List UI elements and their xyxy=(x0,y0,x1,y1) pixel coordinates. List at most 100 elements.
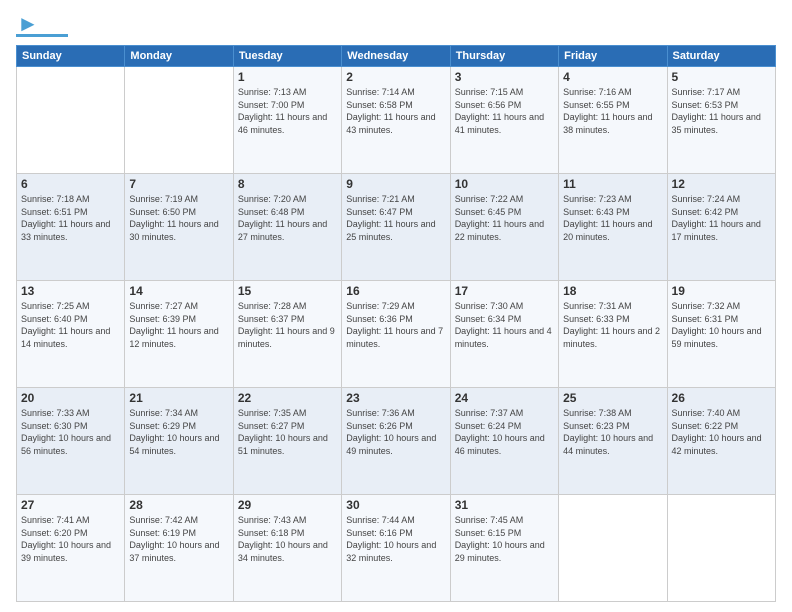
day-cell: 31Sunrise: 7:45 AM Sunset: 6:15 PM Dayli… xyxy=(450,495,558,602)
day-info: Sunrise: 7:15 AM Sunset: 6:56 PM Dayligh… xyxy=(455,86,554,136)
day-info: Sunrise: 7:35 AM Sunset: 6:27 PM Dayligh… xyxy=(238,407,337,457)
day-info: Sunrise: 7:30 AM Sunset: 6:34 PM Dayligh… xyxy=(455,300,554,350)
day-number: 18 xyxy=(563,284,662,298)
day-number: 13 xyxy=(21,284,120,298)
day-info: Sunrise: 7:29 AM Sunset: 6:36 PM Dayligh… xyxy=(346,300,445,350)
weekday-header-thursday: Thursday xyxy=(450,46,558,67)
day-info: Sunrise: 7:27 AM Sunset: 6:39 PM Dayligh… xyxy=(129,300,228,350)
day-cell: 12Sunrise: 7:24 AM Sunset: 6:42 PM Dayli… xyxy=(667,174,775,281)
day-number: 5 xyxy=(672,70,771,84)
day-cell: 3 Sunrise: 7:15 AM Sunset: 6:56 PM Daylig… xyxy=(450,67,558,174)
day-cell: 2 Sunrise: 7:14 AM Sunset: 6:58 PM Daylig… xyxy=(342,67,450,174)
day-cell: 10 Sunrise: 7:22 AM Sunset: 6:45 PM Dayli… xyxy=(450,174,558,281)
day-number: 7 xyxy=(129,177,228,191)
day-info: Sunrise: 7:21 AM Sunset: 6:47 PM Dayligh… xyxy=(346,193,445,243)
weekday-header-saturday: Saturday xyxy=(667,46,775,67)
day-number: 24 xyxy=(455,391,554,405)
day-number: 3 xyxy=(455,70,554,84)
day-cell xyxy=(559,495,667,602)
day-cell: 4Sunrise: 7:16 AM Sunset: 6:55 PM Daylig… xyxy=(559,67,667,174)
day-number: 21 xyxy=(129,391,228,405)
day-number: 31 xyxy=(455,498,554,512)
weekday-header-tuesday: Tuesday xyxy=(233,46,341,67)
logo-arrow-icon: ► xyxy=(17,11,39,36)
day-cell: 18 Sunrise: 7:31 AM Sunset: 6:33 PM Dayli… xyxy=(559,281,667,388)
day-number: 25 xyxy=(563,391,662,405)
day-info: Sunrise: 7:44 AM Sunset: 6:16 PM Dayligh… xyxy=(346,514,445,564)
day-cell: 23 Sunrise: 7:36 AM Sunset: 6:26 PM Dayli… xyxy=(342,388,450,495)
day-info: Sunrise: 7:31 AM Sunset: 6:33 PM Dayligh… xyxy=(563,300,662,350)
day-cell xyxy=(17,67,125,174)
day-number: 26 xyxy=(672,391,771,405)
day-info: Sunrise: 7:25 AM Sunset: 6:40 PM Dayligh… xyxy=(21,300,120,350)
day-info: Sunrise: 7:36 AM Sunset: 6:26 PM Dayligh… xyxy=(346,407,445,457)
day-number: 12 xyxy=(672,177,771,191)
day-number: 19 xyxy=(672,284,771,298)
day-cell: 17 Sunrise: 7:30 AM Sunset: 6:34 PM Dayli… xyxy=(450,281,558,388)
week-row-2: 6 Sunrise: 7:18 AM Sunset: 6:51 PM Daylig… xyxy=(17,174,776,281)
day-cell: 8 Sunrise: 7:20 AM Sunset: 6:48 PM Daylig… xyxy=(233,174,341,281)
day-number: 23 xyxy=(346,391,445,405)
weekday-header-wednesday: Wednesday xyxy=(342,46,450,67)
day-cell: 21 Sunrise: 7:34 AM Sunset: 6:29 PM Dayli… xyxy=(125,388,233,495)
day-info: Sunrise: 7:40 AM Sunset: 6:22 PM Dayligh… xyxy=(672,407,771,457)
day-number: 30 xyxy=(346,498,445,512)
day-info: Sunrise: 7:14 AM Sunset: 6:58 PM Dayligh… xyxy=(346,86,445,136)
day-info: Sunrise: 7:18 AM Sunset: 6:51 PM Dayligh… xyxy=(21,193,120,243)
weekday-header-friday: Friday xyxy=(559,46,667,67)
day-info: Sunrise: 7:37 AM Sunset: 6:24 PM Dayligh… xyxy=(455,407,554,457)
day-cell: 20 Sunrise: 7:33 AM Sunset: 6:30 PM Dayli… xyxy=(17,388,125,495)
day-number: 17 xyxy=(455,284,554,298)
calendar-table: SundayMondayTuesdayWednesdayThursdayFrid… xyxy=(16,45,776,602)
day-number: 16 xyxy=(346,284,445,298)
day-number: 1 xyxy=(238,70,337,84)
day-info: Sunrise: 7:23 AM Sunset: 6:43 PM Dayligh… xyxy=(563,193,662,243)
day-info: Sunrise: 7:20 AM Sunset: 6:48 PM Dayligh… xyxy=(238,193,337,243)
day-info: Sunrise: 7:22 AM Sunset: 6:45 PM Dayligh… xyxy=(455,193,554,243)
day-number: 14 xyxy=(129,284,228,298)
logo-text: ► xyxy=(16,12,39,36)
day-cell: 11 Sunrise: 7:23 AM Sunset: 6:43 PM Dayli… xyxy=(559,174,667,281)
week-row-5: 27Sunrise: 7:41 AM Sunset: 6:20 PM Dayli… xyxy=(17,495,776,602)
day-number: 20 xyxy=(21,391,120,405)
week-row-3: 13 Sunrise: 7:25 AM Sunset: 6:40 PM Dayli… xyxy=(17,281,776,388)
logo-underline xyxy=(16,34,68,37)
day-cell: 28Sunrise: 7:42 AM Sunset: 6:19 PM Dayli… xyxy=(125,495,233,602)
day-info: Sunrise: 7:28 AM Sunset: 6:37 PM Dayligh… xyxy=(238,300,337,350)
day-cell: 7 Sunrise: 7:19 AM Sunset: 6:50 PM Daylig… xyxy=(125,174,233,281)
day-number: 15 xyxy=(238,284,337,298)
day-cell: 26 Sunrise: 7:40 AM Sunset: 6:22 PM Dayli… xyxy=(667,388,775,495)
weekday-header-monday: Monday xyxy=(125,46,233,67)
day-cell: 6 Sunrise: 7:18 AM Sunset: 6:51 PM Daylig… xyxy=(17,174,125,281)
day-number: 28 xyxy=(129,498,228,512)
weekday-header-sunday: Sunday xyxy=(17,46,125,67)
day-cell: 5Sunrise: 7:17 AM Sunset: 6:53 PM Daylig… xyxy=(667,67,775,174)
day-number: 11 xyxy=(563,177,662,191)
day-info: Sunrise: 7:32 AM Sunset: 6:31 PM Dayligh… xyxy=(672,300,771,350)
day-number: 29 xyxy=(238,498,337,512)
day-number: 8 xyxy=(238,177,337,191)
day-number: 4 xyxy=(563,70,662,84)
day-info: Sunrise: 7:19 AM Sunset: 6:50 PM Dayligh… xyxy=(129,193,228,243)
day-info: Sunrise: 7:43 AM Sunset: 6:18 PM Dayligh… xyxy=(238,514,337,564)
day-cell: 24 Sunrise: 7:37 AM Sunset: 6:24 PM Dayli… xyxy=(450,388,558,495)
day-number: 10 xyxy=(455,177,554,191)
day-cell xyxy=(667,495,775,602)
day-cell: 16 Sunrise: 7:29 AM Sunset: 6:36 PM Dayli… xyxy=(342,281,450,388)
day-cell: 13 Sunrise: 7:25 AM Sunset: 6:40 PM Dayli… xyxy=(17,281,125,388)
day-info: Sunrise: 7:33 AM Sunset: 6:30 PM Dayligh… xyxy=(21,407,120,457)
day-cell: 19 Sunrise: 7:32 AM Sunset: 6:31 PM Dayli… xyxy=(667,281,775,388)
day-info: Sunrise: 7:41 AM Sunset: 6:20 PM Dayligh… xyxy=(21,514,120,564)
day-number: 2 xyxy=(346,70,445,84)
day-cell: 30 Sunrise: 7:44 AM Sunset: 6:16 PM Dayli… xyxy=(342,495,450,602)
day-cell: 27Sunrise: 7:41 AM Sunset: 6:20 PM Dayli… xyxy=(17,495,125,602)
day-number: 6 xyxy=(21,177,120,191)
header: ► xyxy=(16,12,776,37)
day-number: 9 xyxy=(346,177,445,191)
calendar-page: ► SundayMondayTuesdayWednesdayThursdayFr… xyxy=(0,0,792,612)
logo: ► xyxy=(16,12,68,37)
week-row-4: 20 Sunrise: 7:33 AM Sunset: 6:30 PM Dayli… xyxy=(17,388,776,495)
day-cell xyxy=(125,67,233,174)
day-info: Sunrise: 7:34 AM Sunset: 6:29 PM Dayligh… xyxy=(129,407,228,457)
day-number: 22 xyxy=(238,391,337,405)
